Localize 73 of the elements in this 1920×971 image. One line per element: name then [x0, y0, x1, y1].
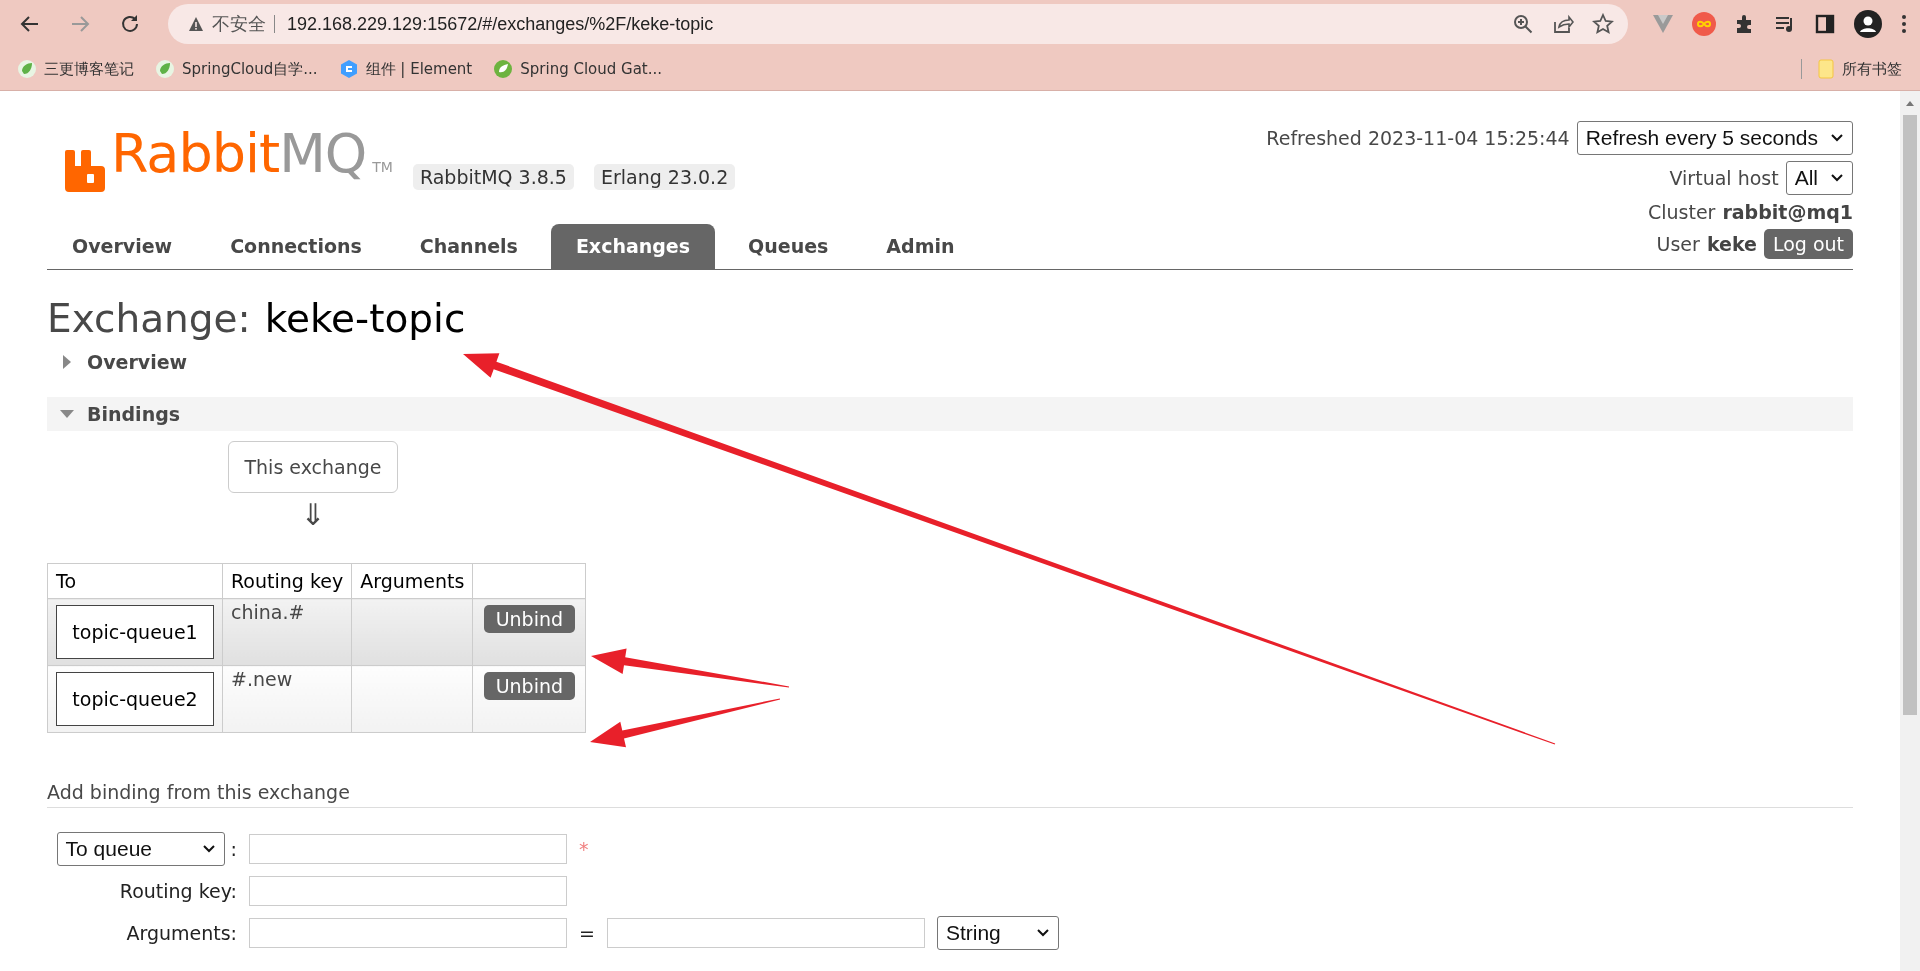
table-cell: china.# — [231, 601, 305, 623]
column-header: To — [47, 563, 223, 599]
folder-icon — [1818, 59, 1834, 79]
refreshed-time: Refreshed 2023-11-04 15:25:44 — [1266, 127, 1570, 149]
type-select[interactable]: String — [936, 916, 1059, 950]
version-label: Erlang 23.0.2 — [593, 164, 736, 190]
section-header[interactable]: Bindings — [47, 397, 1853, 431]
cluster-label: Cluster — [1647, 201, 1716, 223]
page-title: Exchange: — [47, 296, 251, 341]
exchange-box: This exchange — [228, 441, 398, 493]
nav-tab[interactable]: Exchanges — [550, 224, 716, 269]
bookmark[interactable]: SpringCloud自学... — [156, 59, 318, 79]
input-field[interactable] — [249, 918, 567, 948]
vhost-label: Virtual host — [1669, 167, 1779, 189]
star-icon[interactable] — [1592, 13, 1614, 35]
scroll-thumb[interactable] — [1903, 115, 1917, 715]
bookmark[interactable]: 组件 | Element — [339, 59, 473, 79]
user-name: keke — [1706, 233, 1757, 255]
zoom-icon[interactable] — [1512, 13, 1534, 35]
exchange-name: keke-topic — [264, 296, 466, 341]
field-label: Arguments: — [126, 922, 237, 944]
rabbit-icon — [65, 150, 105, 192]
chevron-down-icon — [1035, 928, 1050, 938]
avatar-icon[interactable] — [1854, 10, 1882, 38]
column-header: Routing key — [222, 563, 352, 599]
cluster-name: rabbit@mq1 — [1722, 201, 1853, 223]
chevron-down-icon — [201, 844, 216, 854]
table-cell: #.new — [231, 668, 293, 690]
unbind-button[interactable]: Unbind — [483, 605, 575, 633]
unbind-button[interactable]: Unbind — [483, 672, 575, 700]
section-heading: Add binding from this exchange — [47, 781, 1853, 808]
user-label: User — [1656, 233, 1700, 255]
side-panel-icon[interactable] — [1814, 13, 1836, 35]
column-header: Arguments — [351, 563, 473, 599]
down-arrow: ⇓ — [300, 499, 326, 531]
bookmark-folder[interactable]: 所有书签 — [1801, 59, 1902, 79]
chevron-down-icon — [1830, 133, 1844, 143]
security-label: 不安全 — [212, 15, 275, 33]
input-field[interactable] — [606, 918, 925, 948]
field-label: Routing key: — [119, 880, 237, 902]
input-field[interactable] — [249, 834, 567, 864]
bookmark[interactable]: Spring Cloud Gat... — [494, 60, 663, 78]
scroll-up-icon — [1905, 99, 1915, 107]
bookmark[interactable]: 三更博客笔记 — [18, 59, 134, 79]
colon-label: : — [230, 838, 237, 860]
nav-tab[interactable]: Queues — [723, 224, 854, 269]
leaf-icon — [18, 60, 36, 78]
leaf-icon — [156, 60, 174, 78]
leaf-icon — [494, 60, 513, 78]
nav-tab[interactable]: Channels — [394, 224, 543, 269]
nav-tab[interactable]: Admin — [861, 224, 980, 269]
warning-icon — [188, 16, 204, 32]
chevron-down-icon — [1830, 173, 1844, 183]
nav-tab[interactable]: Connections — [205, 224, 387, 269]
share-icon[interactable] — [1552, 13, 1574, 35]
scrollbar[interactable] — [1900, 91, 1920, 971]
destination-select[interactable]: To queue — [56, 832, 225, 866]
url-text: 192.168.229.129:15672/#/exchanges/%2F/keke-topic — [287, 13, 714, 35]
queue-link[interactable]: topic-queue2 — [56, 672, 214, 726]
address-bar[interactable]: 不安全 192.168.229.129:15672/#/exchanges/%2F/keke-topic — [168, 4, 1628, 44]
vhost-select[interactable]: All — [1785, 161, 1853, 195]
queue-link[interactable]: topic-queue1 — [56, 605, 214, 659]
required-mark: * — [579, 838, 589, 860]
nav-tab[interactable]: Overview — [47, 224, 198, 269]
equals-sign: = — [579, 922, 595, 944]
refresh-select[interactable]: Refresh every 5 seconds — [1576, 121, 1853, 155]
hexagon-icon — [339, 60, 358, 78]
section-header[interactable]: Overview — [47, 345, 1853, 379]
logout-button[interactable]: Log out — [1763, 229, 1853, 259]
input-field[interactable] — [249, 876, 567, 906]
version-label: RabbitMQ 3.8.5 — [412, 164, 574, 190]
more-icon[interactable] — [1900, 13, 1908, 35]
rabbitmq-logo: RabbitMQ TM — [65, 129, 393, 192]
